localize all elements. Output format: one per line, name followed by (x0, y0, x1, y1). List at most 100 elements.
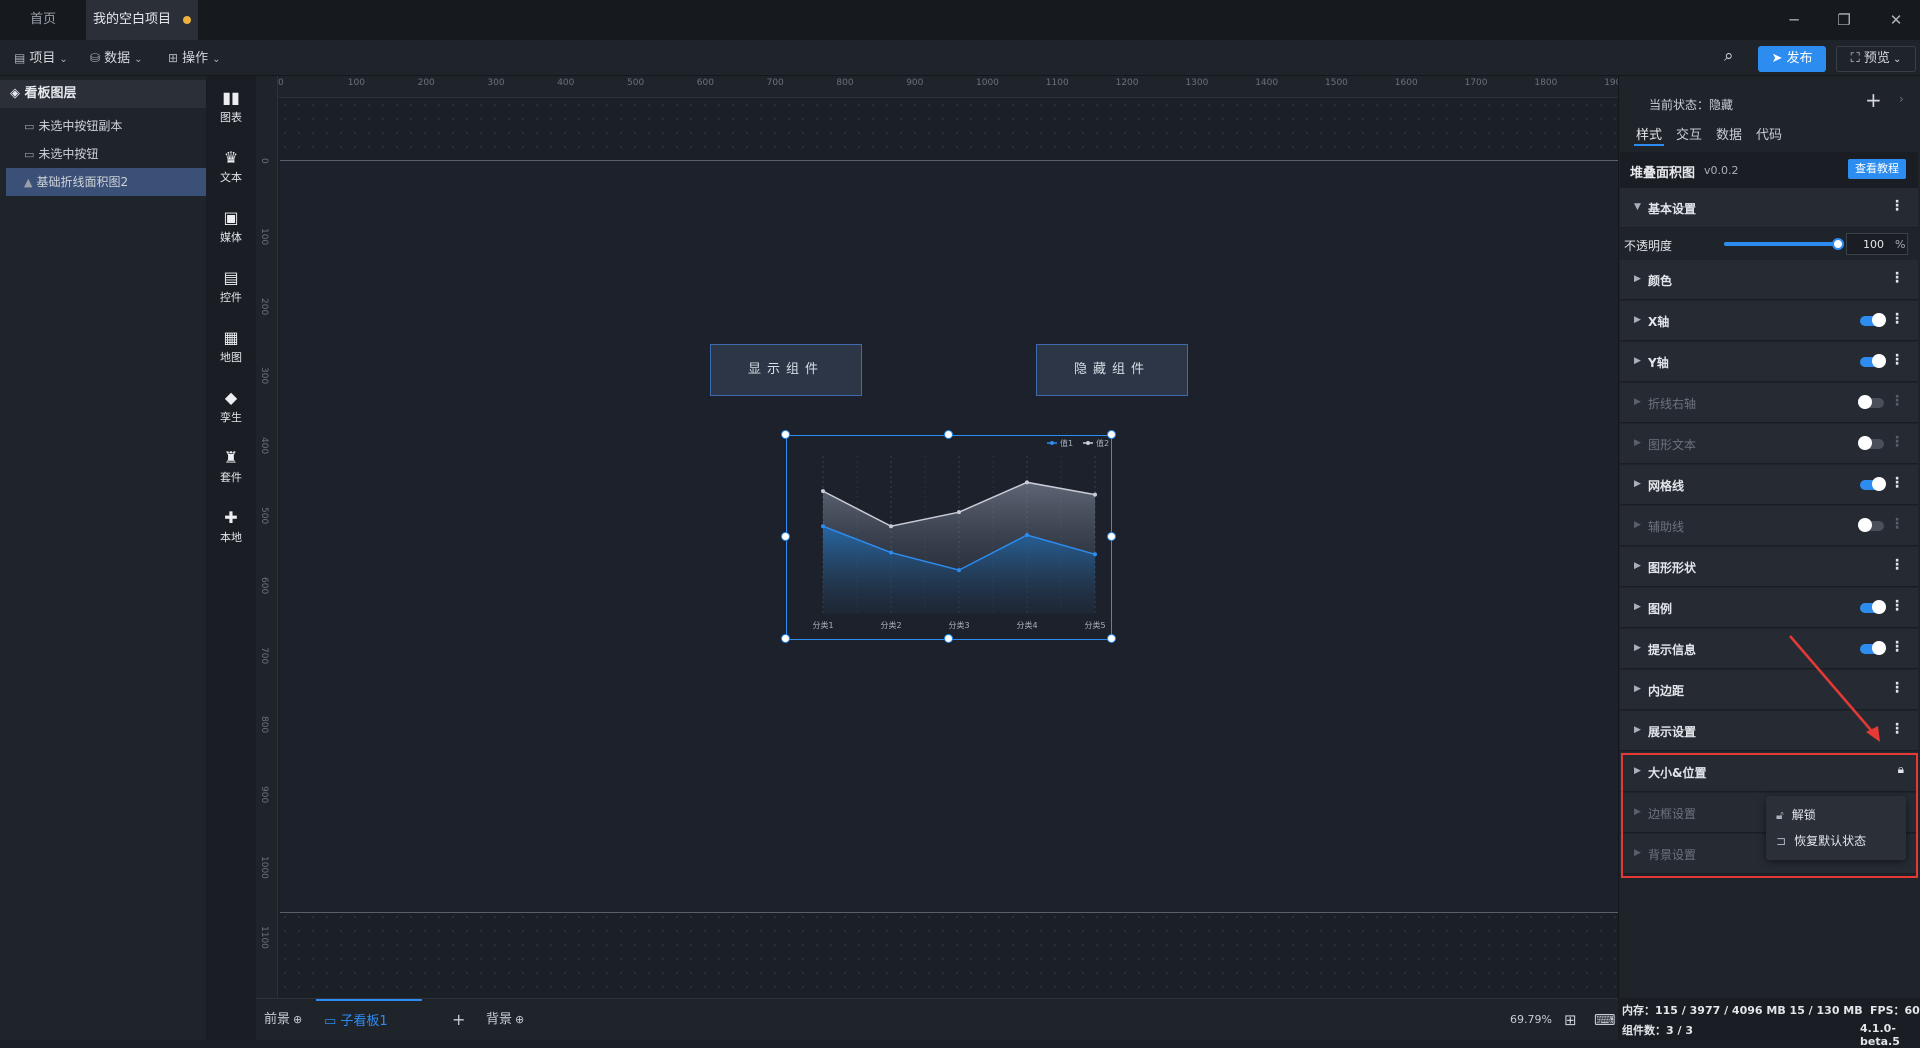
more-vertical-icon[interactable]: ⋮ (1890, 557, 1904, 573)
document-icon: ▤ (14, 51, 26, 65)
add-circle-icon[interactable]: ⊕ (293, 1013, 302, 1026)
section-row[interactable]: ▶ 颜色 ⋮ (1620, 260, 1918, 300)
resize-handle[interactable] (781, 430, 790, 439)
comp-label: 套件 (220, 471, 242, 484)
tab-foreground[interactable]: 前景 ⊕ (264, 999, 302, 1041)
tab-data[interactable]: 数据 (1716, 124, 1742, 143)
comp-control[interactable]: ▤ 控件 (206, 268, 256, 305)
hide-component-button[interactable]: 隐藏组件 (1036, 344, 1188, 396)
comp-text[interactable]: ♛ 文本 (206, 148, 256, 185)
more-vertical-icon[interactable]: ⋮ (1890, 270, 1904, 286)
comp-media[interactable]: ▣ 媒体 (206, 208, 256, 245)
restore-window-icon[interactable]: ❐ (1832, 8, 1856, 32)
tab-project[interactable]: 我的空白项目 (86, 0, 198, 40)
comp-map[interactable]: ▦ 地图 (206, 328, 256, 365)
menu-data[interactable]: ⛁ 数据 ⌄ (90, 40, 142, 76)
more-vertical-icon[interactable]: ⋮ (1890, 352, 1904, 368)
resize-handle[interactable] (1107, 634, 1116, 643)
more-vertical-icon[interactable]: ⋮ (1890, 434, 1904, 450)
resize-handle[interactable] (781, 532, 790, 541)
more-vertical-icon[interactable]: ⋮ (1890, 475, 1904, 491)
app-version: 4.1.0-beta.5 (1860, 1022, 1900, 1048)
caret-right-icon: ▶ (1634, 684, 1641, 694)
section-toggle[interactable] (1860, 313, 1886, 327)
tab-home[interactable]: 首页 (0, 0, 86, 40)
tab-sub-board[interactable]: ▭ 子看板1 (316, 999, 422, 1041)
resize-handle[interactable] (1107, 430, 1116, 439)
component-header: 堆叠面积图 v0.0.2 查看教程 (1620, 152, 1918, 188)
layer-item-selected[interactable]: ▲ 基础折线面积图2 (6, 168, 206, 196)
menu-project[interactable]: ▤ 项目 ⌄ (14, 40, 68, 76)
opacity-slider[interactable] (1724, 242, 1838, 246)
section-toggle[interactable] (1860, 600, 1886, 614)
monitor-icon: ▭ (324, 1014, 341, 1029)
section-toggle[interactable] (1858, 436, 1884, 450)
minimize-icon[interactable]: ─ (1782, 8, 1806, 32)
resize-handle[interactable] (944, 430, 953, 439)
search-icon[interactable]: ⌕ (1724, 46, 1734, 66)
section-label: 内边距 (1648, 684, 1685, 698)
section-row[interactable]: ▶ X轴 ⋮ (1620, 301, 1918, 341)
ruler-tick-label: 1800 (1534, 78, 1558, 88)
comp-kit[interactable]: ♜ 套件 (206, 448, 256, 485)
comp-twin[interactable]: ◆ 孪生 (206, 388, 256, 425)
section-toggle[interactable] (1860, 477, 1886, 491)
more-vertical-icon[interactable]: ⋮ (1890, 639, 1904, 655)
chart-selection-box[interactable]: 分类1 分类2 分类3 分类4 分类5 值1 值2 (786, 435, 1112, 640)
comp-chart[interactable]: ▮▮ 图表 (206, 88, 256, 125)
more-vertical-icon[interactable]: ⋮ (1890, 393, 1904, 409)
resize-handle[interactable] (1107, 532, 1116, 541)
layer-item[interactable]: ▭ 未选中按钮 (6, 140, 206, 168)
ruler-tick-label: 200 (417, 78, 435, 88)
section-toggle[interactable] (1858, 518, 1884, 532)
resize-handle[interactable] (781, 634, 790, 643)
close-icon[interactable]: ✕ (1884, 8, 1908, 32)
section-row[interactable]: ▶ 图例 ⋮ (1620, 588, 1918, 628)
data-point (821, 524, 825, 529)
opacity-slider-thumb[interactable] (1832, 238, 1844, 250)
comp-local[interactable]: ✚ 本地 (206, 508, 256, 545)
tab-style[interactable]: 样式 (1636, 124, 1662, 143)
section-row[interactable]: ▶ 图形形状 ⋮ (1620, 547, 1918, 587)
section-toggle[interactable] (1858, 395, 1884, 409)
add-circle-icon[interactable]: ⊕ (515, 1013, 524, 1026)
publish-button[interactable]: ➤ 发布 (1758, 46, 1826, 72)
ruler-tick-label: 1600 (1394, 78, 1418, 88)
more-vertical-icon[interactable]: ⋮ (1890, 680, 1904, 696)
opacity-input[interactable]: 100 % (1846, 233, 1908, 255)
more-vertical-icon[interactable]: ⋮ (1890, 198, 1904, 214)
fit-screen-icon[interactable]: ⊞ (1564, 999, 1577, 1041)
show-component-button[interactable]: 显示组件 (710, 344, 862, 396)
section-row[interactable]: ▶ 网格线 ⋮ (1620, 465, 1918, 505)
more-vertical-icon[interactable]: ⋮ (1890, 311, 1904, 327)
section-row[interactable]: ▶ 图形文本 ⋮ (1620, 424, 1918, 464)
section-basic-settings[interactable]: ▼ 基本设置 ⋮ (1620, 188, 1918, 228)
tab-background[interactable]: 背景 ⊕ (486, 999, 524, 1041)
add-state-icon[interactable]: + (1865, 88, 1882, 112)
tab-interaction[interactable]: 交互 (1676, 124, 1702, 143)
section-row[interactable]: ▶ 辅助线 ⋮ (1620, 506, 1918, 546)
fps-status: FPS：60 (1870, 1004, 1920, 1017)
layer-item[interactable]: ▭ 未选中按钮副本 (6, 112, 206, 140)
caret-right-icon: ▶ (1634, 356, 1641, 366)
preview-button[interactable]: ⛶ 预览 ⌄ (1836, 46, 1916, 72)
section-toggle[interactable] (1860, 354, 1886, 368)
tab-code[interactable]: 代码 (1756, 124, 1782, 143)
more-vertical-icon[interactable]: ⋮ (1890, 721, 1904, 737)
resize-handle[interactable] (944, 634, 953, 643)
section-row[interactable]: ▶ Y轴 ⋮ (1620, 342, 1918, 382)
add-board-icon[interactable]: + (452, 999, 465, 1041)
zoom-level[interactable]: 69.79% (1510, 999, 1552, 1041)
menu-operate[interactable]: ⊞ 操作 ⌄ (168, 40, 220, 76)
keyboard-icon[interactable]: ⌨ (1594, 999, 1616, 1041)
menu-item-unlock[interactable]: 🔓︎ 解锁 (1776, 802, 1816, 828)
more-vertical-icon[interactable]: ⋮ (1890, 598, 1904, 614)
cube-icon: ◆ (224, 388, 238, 407)
view-tutorial-button[interactable]: 查看教程 (1848, 159, 1906, 179)
menu-item-restore[interactable]: ⊐ 恢复默认状态 (1776, 828, 1866, 854)
component-count: 组件数：3 / 3 (1622, 1024, 1693, 1037)
chevron-right-icon[interactable]: › (1899, 92, 1904, 106)
section-row[interactable]: ▶ 折线右轴 ⋮ (1620, 383, 1918, 423)
chevron-down-icon: ⌄ (59, 54, 68, 65)
more-vertical-icon[interactable]: ⋮ (1890, 516, 1904, 532)
